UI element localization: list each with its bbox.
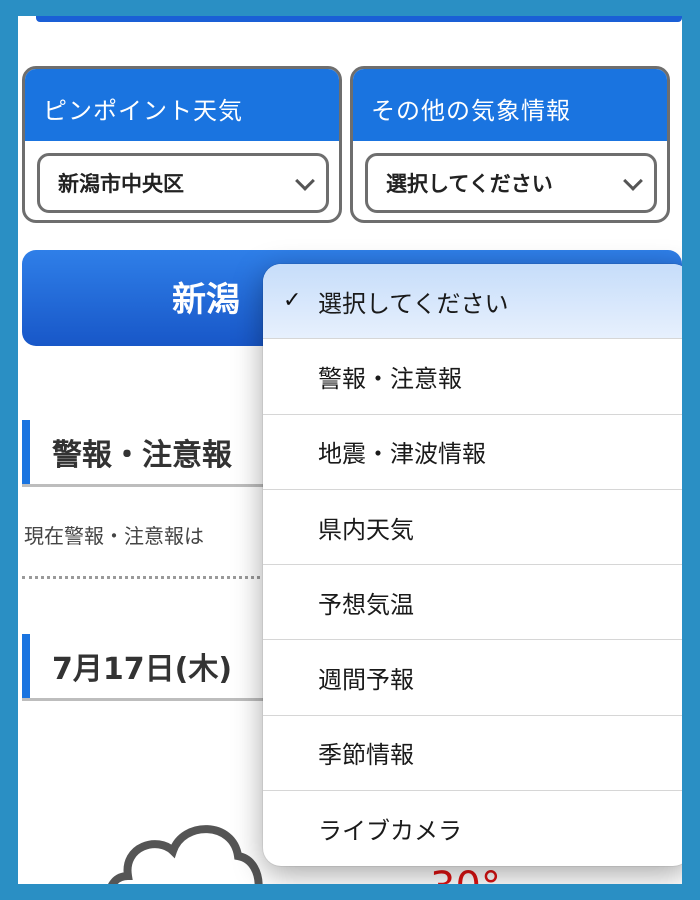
pinpoint-location-value: 新潟市中央区 bbox=[58, 172, 184, 196]
dropdown-item[interactable]: 予想気温 bbox=[263, 565, 682, 641]
dropdown-item-label: ライブカメラ bbox=[318, 817, 462, 846]
other-weather-select[interactable]: 選択してください bbox=[365, 153, 657, 213]
other-weather-card: その他の気象情報 選択してください bbox=[350, 66, 670, 223]
page: ピンポイント天気 新潟市中央区 その他の気象情報 選択してください 新潟 警報・… bbox=[18, 16, 682, 884]
other-weather-dropdown-menu: ✓ 選択してください 警報・注意報 地震・津波情報 県内天気 予想気温 週間予報… bbox=[263, 264, 682, 866]
dropdown-item[interactable]: 週間予報 bbox=[263, 640, 682, 716]
dropdown-item[interactable]: 地震・津波情報 bbox=[263, 415, 682, 490]
pinpoint-location-select[interactable]: 新潟市中央区 bbox=[37, 153, 329, 213]
dropdown-item[interactable]: 警報・注意報 bbox=[263, 339, 682, 415]
dropdown-item-label: 季節情報 bbox=[318, 741, 414, 770]
dropdown-item-label: 県内天気 bbox=[318, 515, 414, 544]
pinpoint-weather-card: ピンポイント天気 新潟市中央区 bbox=[22, 66, 342, 223]
dropdown-item-label: 予想気温 bbox=[318, 590, 414, 619]
dropdown-item[interactable]: 季節情報 bbox=[263, 716, 682, 792]
region-banner-title: 新潟 bbox=[172, 280, 240, 320]
top-stripe bbox=[36, 16, 682, 22]
other-weather-value: 選択してください bbox=[386, 172, 553, 196]
chevron-down-icon bbox=[295, 171, 315, 191]
dropdown-item-label: 週間予報 bbox=[318, 666, 414, 695]
pinpoint-weather-title: ピンポイント天気 bbox=[25, 69, 339, 141]
dropdown-item[interactable]: 県内天気 bbox=[263, 490, 682, 566]
cloud-icon bbox=[108, 825, 263, 884]
other-weather-title: その他の気象情報 bbox=[353, 69, 667, 141]
dropdown-item-label: 選択してください bbox=[318, 289, 509, 318]
chevron-down-icon bbox=[623, 171, 643, 191]
warnings-status-text: 現在警報・注意報は bbox=[24, 524, 204, 548]
checkmark-icon: ✓ bbox=[283, 288, 302, 313]
dropdown-item-label: 地震・津波情報 bbox=[318, 440, 486, 469]
dropdown-item[interactable]: ライブカメラ bbox=[263, 791, 682, 866]
dropdown-item-label: 警報・注意報 bbox=[318, 364, 462, 393]
temperature-partial: 30° bbox=[430, 864, 501, 884]
dropdown-item[interactable]: ✓ 選択してください bbox=[263, 264, 682, 340]
